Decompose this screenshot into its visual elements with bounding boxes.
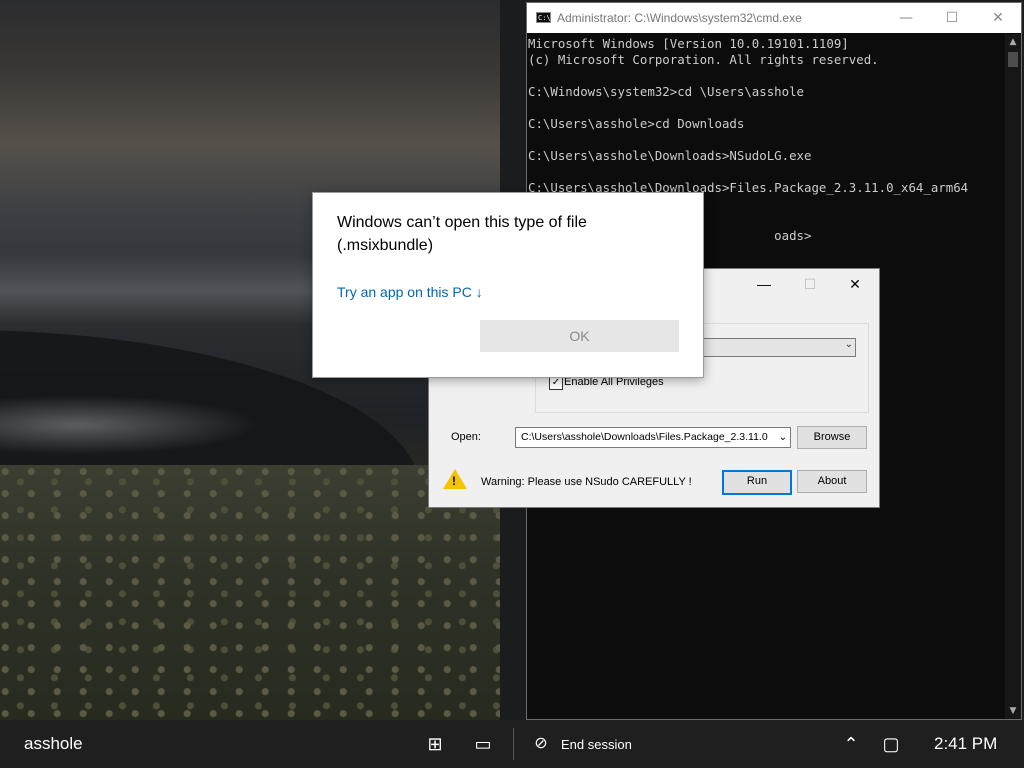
- ok-button[interactable]: OK: [480, 320, 679, 352]
- taskbar: asshole ⊞ ▭ ⊘ End session ⌃ ▢ 2:41 PM: [0, 720, 1024, 768]
- cmd-app-icon: C:\: [536, 12, 551, 23]
- cmd-minimize-button[interactable]: —: [883, 3, 929, 33]
- warning-text: Warning: Please use NSudo CAREFULLY !: [481, 476, 692, 488]
- browse-button[interactable]: Browse: [797, 426, 867, 449]
- taskbar-separator: [513, 728, 514, 760]
- taskbar-clock[interactable]: 2:41 PM: [934, 734, 997, 754]
- warning-icon: !: [443, 469, 467, 489]
- nsudo-close-button[interactable]: ✕: [832, 269, 878, 299]
- session-user-name: asshole: [24, 734, 83, 753]
- cmd-scrollbar-thumb[interactable]: [1008, 52, 1018, 67]
- console-line: C:\Users\asshole\Downloads>NSudoLG.exe: [528, 148, 812, 163]
- scroll-down-icon[interactable]: ▼: [1005, 703, 1021, 719]
- tray-chevron-up-icon[interactable]: ⌃: [839, 732, 863, 756]
- nsudo-maximize-button[interactable]: ☐: [787, 269, 833, 299]
- task-view-icon[interactable]: ▭: [471, 732, 495, 756]
- start-icon[interactable]: ⊞: [423, 732, 447, 756]
- end-session-button[interactable]: End session: [561, 737, 632, 752]
- console-line: C:\Windows\system32>cd \Users\asshole: [528, 84, 805, 99]
- open-path-input[interactable]: C:\Users\asshole\Downloads\Files.Package…: [515, 427, 791, 448]
- try-app-link[interactable]: Try an app on this PC ↓: [337, 284, 483, 300]
- enable-all-privileges-checkbox[interactable]: ✓: [549, 376, 563, 390]
- notification-icon[interactable]: ▢: [879, 732, 903, 756]
- cmd-titlebar[interactable]: C:\ Administrator: C:\Windows\system32\c…: [527, 3, 1021, 33]
- cmd-close-button[interactable]: ✕: [975, 3, 1021, 33]
- nsudo-minimize-button[interactable]: —: [741, 269, 787, 299]
- cmd-scrollbar[interactable]: ▲ ▼: [1005, 34, 1021, 719]
- about-button[interactable]: About: [797, 470, 867, 493]
- wallpaper-ground: [0, 465, 500, 720]
- nsudo-user-select[interactable]: ⌄: [701, 338, 856, 357]
- console-line: (c) Microsoft Corporation. All rights re…: [528, 52, 879, 67]
- open-label: Open:: [451, 431, 481, 443]
- chevron-down-icon: ⌄: [844, 339, 853, 350]
- console-line: Microsoft Windows [Version 10.0.19101.11…: [528, 36, 849, 51]
- chevron-down-icon[interactable]: ⌄: [776, 428, 790, 447]
- run-button[interactable]: Run: [722, 470, 792, 495]
- cmd-maximize-button[interactable]: ☐: [929, 3, 975, 33]
- scroll-up-icon[interactable]: ▲: [1005, 34, 1021, 50]
- console-line: C:\Users\asshole>cd Downloads: [528, 116, 745, 131]
- cmd-window-title: Administrator: C:\Windows\system32\cmd.e…: [557, 11, 802, 25]
- open-with-dialog: Windows can’t open this type of file (.m…: [312, 192, 704, 378]
- end-session-icon[interactable]: ⊘: [529, 732, 553, 756]
- open-path-value: C:\Users\asshole\Downloads\Files.Package…: [521, 431, 768, 443]
- wallpaper-fog: [0, 395, 260, 455]
- dialog-heading: Windows can’t open this type of file (.m…: [337, 214, 587, 254]
